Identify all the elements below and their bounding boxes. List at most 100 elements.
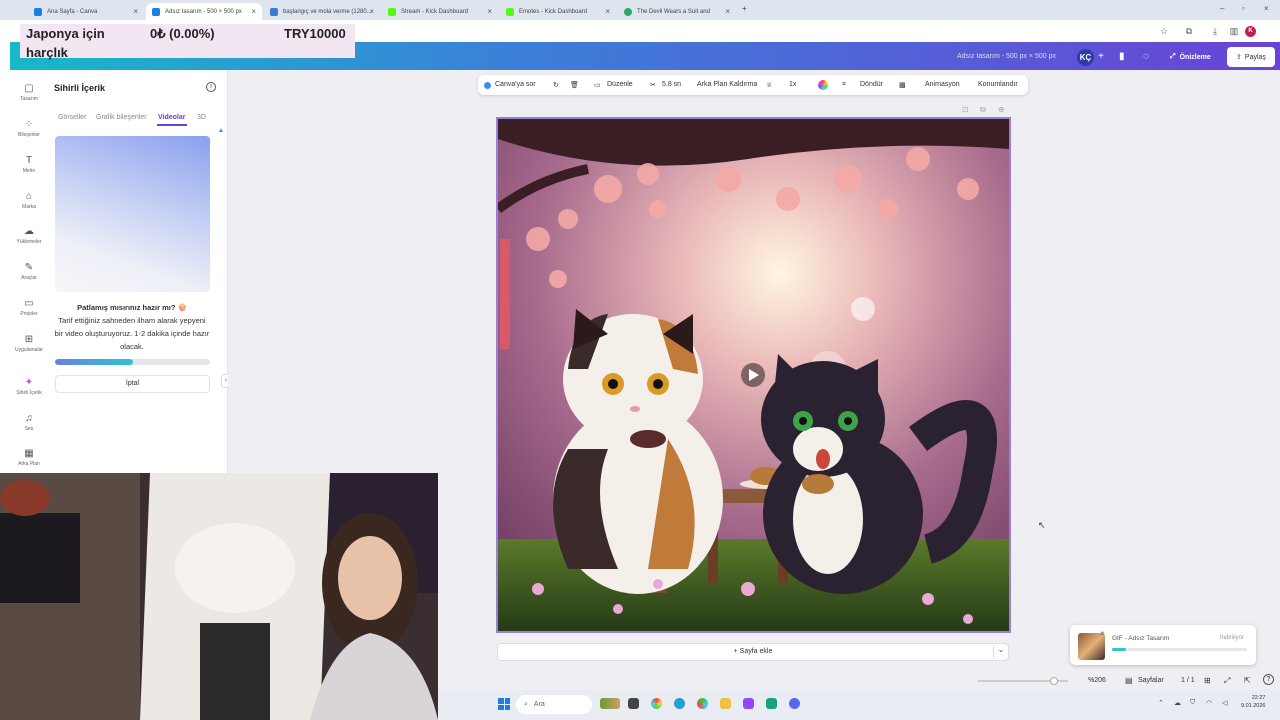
lock-icon[interactable]: ⊡ xyxy=(962,105,969,114)
browser-tab[interactable]: Emotes - Kick Dashboard × xyxy=(500,3,616,20)
tab-title: Stream - Kick Dashboard xyxy=(401,8,469,15)
star-icon[interactable]: ☆ xyxy=(1158,25,1170,37)
browser-tab[interactable]: The Devil Wears a Suit and × xyxy=(618,3,736,20)
add-page-button[interactable]: + Sayfa ekle xyxy=(497,643,1009,661)
volume-icon[interactable]: ◁ xyxy=(1222,699,1227,707)
cancel-button[interactable]: İptal xyxy=(55,375,210,393)
widgets-icon[interactable] xyxy=(600,698,620,709)
obs-icon[interactable] xyxy=(766,698,777,709)
help-icon[interactable]: ? xyxy=(1263,674,1274,685)
minimize-icon[interactable]: – xyxy=(1220,4,1224,13)
trash-icon[interactable]: 🗑 xyxy=(570,81,579,89)
add-page-icon[interactable]: ⊕ xyxy=(998,105,1005,114)
chevron-down-icon[interactable]: ⌄ xyxy=(993,645,1008,659)
fullscreen-icon[interactable]: ⤢ xyxy=(1224,676,1230,686)
rail-item-text[interactable]: T Metin xyxy=(10,154,48,174)
chrome-profile-icon[interactable] xyxy=(697,698,708,709)
file-explorer-icon[interactable] xyxy=(720,698,731,709)
close-icon[interactable]: × xyxy=(251,7,256,16)
rail-item-tools[interactable]: ✎ Araçlar xyxy=(10,261,48,281)
tab-title: Ana Sayfa - Canva xyxy=(47,8,98,15)
zoom-slider-handle[interactable] xyxy=(1050,677,1058,685)
task-view-icon[interactable] xyxy=(628,698,639,709)
rail-label: Uygulamalar xyxy=(14,347,44,353)
download-progress-fill xyxy=(1112,648,1126,651)
close-icon[interactable]: × xyxy=(725,7,730,16)
share-button[interactable]: ⇪ Paylaş xyxy=(1227,47,1275,67)
close-icon[interactable]: × xyxy=(1100,629,1105,638)
color-wheel-icon[interactable] xyxy=(818,80,828,90)
pages-button[interactable]: Sayfalar xyxy=(1138,677,1164,684)
duplicate-icon[interactable]: ⧉ xyxy=(980,105,986,115)
tab-videos[interactable]: Videolar xyxy=(158,114,186,121)
chrome-icon[interactable] xyxy=(651,698,662,709)
rail-item-audio[interactable]: ♫ Ses xyxy=(10,412,48,432)
transparency-icon[interactable]: ▩ xyxy=(899,81,906,89)
preview-button[interactable]: ⤢ Önizleme xyxy=(1164,48,1217,66)
close-window-icon[interactable]: × xyxy=(1264,4,1269,13)
animation-button[interactable]: Animasyon xyxy=(925,81,960,88)
position-button[interactable]: Konumlandır xyxy=(978,81,1018,88)
download-icon[interactable]: ⤓ xyxy=(1209,25,1221,37)
duration-button[interactable]: 5.8 sn xyxy=(662,81,681,88)
close-icon[interactable]: × xyxy=(133,7,138,16)
zoom-level[interactable]: %206 xyxy=(1088,677,1106,684)
shield-icon[interactable]: ⛉ xyxy=(1190,699,1195,707)
windows-start-icon[interactable] xyxy=(498,698,510,710)
collaborator-avatar[interactable]: KÇ xyxy=(1077,49,1094,66)
bg-remove-button[interactable]: Arka Plan Kaldırma xyxy=(697,81,757,88)
grid-view-icon[interactable]: ⊞ xyxy=(1204,676,1211,685)
download-toast: × GIF - Adsız Tasarım İndiriliyor xyxy=(1070,625,1256,665)
discord-icon[interactable] xyxy=(789,698,800,709)
close-icon[interactable]: × xyxy=(605,7,610,16)
profile-avatar[interactable]: K xyxy=(1245,26,1256,37)
scissors-icon[interactable]: ✂ xyxy=(650,81,656,89)
browser-tab[interactable]: başlangıç ve mola verme (1280... × xyxy=(264,3,380,20)
system-clock[interactable]: 22:27 9.01.2026 xyxy=(1241,694,1265,710)
close-icon[interactable]: × xyxy=(487,7,492,16)
close-icon[interactable]: × xyxy=(369,7,374,16)
rail-item-background[interactable]: ▦ Arka Plan xyxy=(10,447,48,467)
restore-icon[interactable]: ▫ xyxy=(1242,4,1245,13)
edge-icon[interactable] xyxy=(674,698,685,709)
rail-item-magic-media[interactable]: ✦ Sihirli İçerik xyxy=(10,376,48,396)
refresh-icon[interactable]: ↻ xyxy=(553,81,559,89)
insights-icon[interactable]: ▮ xyxy=(1119,51,1125,62)
tab-3d[interactable]: 3D xyxy=(197,114,206,121)
rail-item-brand[interactable]: ⌂ Marka xyxy=(10,190,48,210)
sidebar-icon[interactable]: ▥ xyxy=(1228,25,1240,37)
design-canvas[interactable] xyxy=(496,117,1011,633)
new-tab-button[interactable]: + xyxy=(742,4,747,13)
browser-tab[interactable]: Stream - Kick Dashboard × xyxy=(382,3,498,20)
edit-button[interactable]: Düzenle xyxy=(607,81,633,88)
rail-item-uploads[interactable]: ☁ Yüklemeler xyxy=(10,225,48,245)
kick-favicon-icon xyxy=(388,7,396,16)
rail-item-apps[interactable]: ⊞ Uygulamalar xyxy=(10,333,48,353)
search-icon: ⌕ xyxy=(524,701,528,708)
add-collaborator-icon[interactable]: + xyxy=(1098,51,1104,62)
crop-icon[interactable]: ⌗ xyxy=(842,81,846,89)
rail-item-design[interactable]: ▢ Tasarım xyxy=(10,82,48,102)
document-title[interactable]: Adsız tasarım - 500 px × 500 px xyxy=(957,53,1056,60)
rail-item-projects[interactable]: ▭ Projeler xyxy=(10,297,48,317)
magic-icon: ✦ xyxy=(24,377,34,388)
speed-button[interactable]: 1x xyxy=(789,81,796,88)
tab-graphics[interactable]: Grafik bileşenler xyxy=(96,114,147,121)
browser-tab-active[interactable]: Adsız tasarım - 500 × 500 px × xyxy=(146,3,262,20)
collapse-icon[interactable]: ⇱ xyxy=(1244,676,1251,685)
extensions-icon[interactable]: ⧉ xyxy=(1183,25,1195,37)
tray-chevron-icon[interactable]: ⌃ xyxy=(1158,699,1164,707)
wifi-icon[interactable]: ◠ xyxy=(1206,699,1212,707)
panel-scrollbar[interactable] xyxy=(219,128,223,458)
taskbar-search-input[interactable]: ⌕ Ara xyxy=(516,695,592,714)
ask-canva-button[interactable]: Canva'ya sor xyxy=(495,81,536,88)
rail-item-elements[interactable]: ⁘ Bileşenler xyxy=(10,118,48,138)
info-icon[interactable]: i xyxy=(206,82,216,92)
browser-tab[interactable]: Ana Sayfa - Canva × xyxy=(28,3,144,20)
cloud-icon[interactable]: ☁ xyxy=(1174,699,1181,707)
rotate-button[interactable]: Döndür xyxy=(860,81,883,88)
comment-icon[interactable]: ◌ xyxy=(1143,51,1149,62)
twitch-icon[interactable] xyxy=(743,698,754,709)
tab-images[interactable]: Görseller xyxy=(58,114,86,121)
streamer-webcam-feed xyxy=(0,473,438,720)
